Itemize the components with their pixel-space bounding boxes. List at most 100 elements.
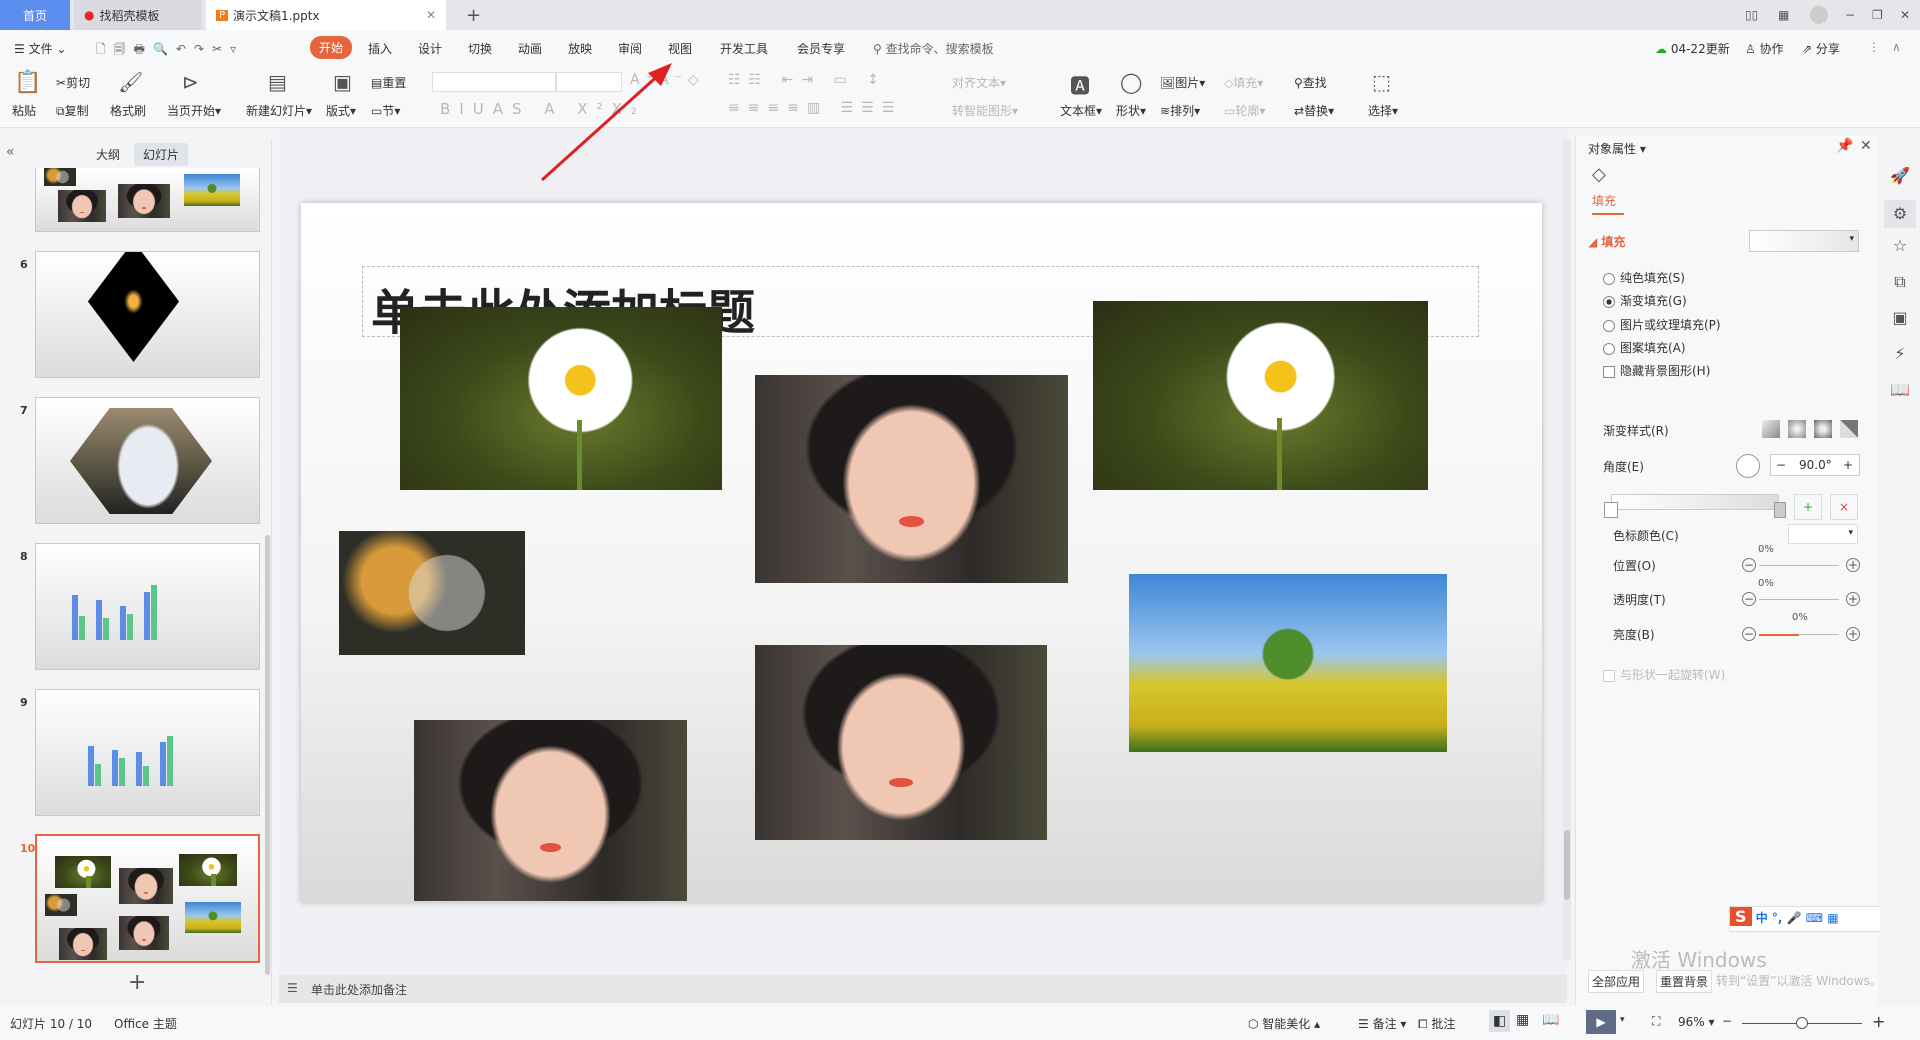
textbox-button[interactable]: 文本框▾ [1060, 102, 1102, 119]
outline-button[interactable]: ▭轮廓▾ [1224, 102, 1265, 119]
font-grow-shrink-icons[interactable]: A⁺A⁻◇ [630, 72, 705, 88]
menu-animation[interactable]: 动画 [518, 40, 542, 57]
tab-document[interactable]: P 演示文稿1.pptx ✕ [206, 0, 446, 30]
close-panel-icon[interactable]: ✕ [1860, 138, 1872, 154]
copy-button[interactable]: ⧉复制 [56, 102, 89, 119]
paragraph-align-icons[interactable]: ≡≡≡≡▥ ☰☰☰ [728, 100, 902, 116]
menu-review[interactable]: 审阅 [618, 40, 642, 57]
increment-button[interactable]: + [1843, 458, 1853, 472]
select-button[interactable]: 选择▾ [1368, 102, 1398, 119]
collapse-panel-icon[interactable]: « [6, 144, 15, 160]
portrait-image[interactable] [755, 645, 1047, 840]
brightness-slider[interactable] [1759, 634, 1839, 636]
menu-insert[interactable]: 插入 [368, 40, 392, 57]
image-tool-icon[interactable]: ▣ [1890, 308, 1910, 327]
reset-background-button[interactable]: 重置背景 [1656, 970, 1713, 993]
slide-thumbnail-6[interactable] [35, 251, 260, 378]
pin-icon[interactable]: 📌 [1836, 138, 1853, 154]
menu-slideshow[interactable]: 放映 [568, 40, 592, 57]
star-icon[interactable]: ☆ [1890, 236, 1910, 255]
daisy-image[interactable] [1093, 301, 1428, 490]
command-search[interactable]: ⚲ 查找命令、搜索模板 [873, 40, 994, 57]
arrange-button[interactable]: ≋排列▾ [1160, 102, 1200, 119]
slide-thumbnail-8[interactable] [35, 543, 260, 670]
add-slide-button[interactable]: + [128, 970, 146, 995]
file-menu[interactable]: ☰ 文件 ⌄ [14, 40, 66, 57]
more-icon[interactable]: ⋮ [1868, 40, 1880, 54]
apps-grid-icon[interactable]: ▦ [1768, 0, 1799, 30]
autumn-leaf-image[interactable] [339, 531, 525, 655]
close-tab-icon[interactable]: ✕ [426, 8, 436, 22]
book-search-icon[interactable]: 📖 [1890, 380, 1910, 399]
collapse-ribbon-icon[interactable]: ∧ [1892, 40, 1901, 54]
paste-button[interactable]: 粘贴 [12, 102, 36, 119]
menu-transition[interactable]: 切换 [468, 40, 492, 57]
slide-thumbnail-10[interactable] [35, 834, 260, 963]
menu-member[interactable]: 会员专享 [797, 40, 845, 57]
play-slideshow-button[interactable]: ▶ [1586, 1010, 1616, 1034]
transparency-decrease[interactable]: − [1742, 592, 1756, 606]
list-indent-icons[interactable]: ☷☷ ⇤⇥ ▭ ↕ [728, 72, 887, 88]
tab-slides[interactable]: 幻灯片 [134, 143, 189, 166]
angle-dial[interactable] [1736, 454, 1760, 478]
field-tree-image[interactable] [1129, 574, 1447, 752]
editor-scrollbar[interactable] [1563, 140, 1571, 960]
menu-developer[interactable]: 开发工具 [720, 40, 768, 57]
menu-design[interactable]: 设计 [418, 40, 442, 57]
angle-value[interactable]: 90.0° [1799, 458, 1832, 472]
add-stop-button[interactable]: + [1794, 494, 1822, 520]
menu-start[interactable]: 开始 [310, 36, 353, 59]
new-slide-button[interactable]: 新建幻灯片▾ [246, 102, 312, 119]
gradient-linear-option[interactable] [1762, 420, 1780, 438]
gradient-path-option[interactable] [1840, 420, 1858, 438]
font-size-select[interactable] [556, 72, 622, 92]
panel-title[interactable]: 对象属性 ▾ [1588, 140, 1646, 157]
update-button[interactable]: ☁ 04-22更新 [1655, 40, 1730, 57]
hide-bg-checkbox[interactable]: 隐藏背景图形(H) [1603, 362, 1710, 379]
comment-button[interactable]: ⧠ 批注 [1418, 1015, 1455, 1032]
gradient-stop-start[interactable] [1604, 502, 1618, 518]
radio-solid-fill[interactable]: 纯色填充(S) [1603, 269, 1685, 286]
section-button[interactable]: ▭节▾ [371, 102, 400, 119]
format-painter-button[interactable]: 格式刷 [110, 102, 146, 119]
slide-thumbnail-5[interactable] [35, 168, 260, 232]
shape-button[interactable]: 形状▾ [1116, 102, 1146, 119]
from-current-button[interactable]: 当页开始▾ [167, 102, 221, 119]
reading-view-button[interactable]: 📖 [1542, 1012, 1559, 1028]
brightness-decrease[interactable]: − [1742, 627, 1756, 641]
replace-button[interactable]: ⇄替换▾ [1294, 102, 1334, 119]
gradient-bar[interactable] [1611, 494, 1779, 510]
zoom-in-button[interactable]: + [1872, 1012, 1885, 1031]
position-slider[interactable] [1759, 565, 1839, 566]
daisy-image[interactable] [400, 307, 722, 490]
share-button[interactable]: ⇗ 分享 [1802, 40, 1840, 57]
picture-button[interactable]: 🖼图片▾ [1160, 74, 1205, 91]
close-window-button[interactable]: ✕ [1890, 0, 1920, 30]
quick-access-icons[interactable]: 🗋🗐🖶🔍↶↷✂▿ [96, 40, 244, 61]
position-decrease[interactable]: − [1742, 558, 1756, 572]
slideshow-dropdown[interactable]: ▾ [1620, 1015, 1625, 1025]
zoom-out-button[interactable]: − [1722, 1014, 1732, 1028]
font-style-buttons[interactable]: BIUAS A X²X₂ [440, 100, 646, 118]
find-button[interactable]: ⚲查找 [1294, 74, 1327, 91]
new-tab-button[interactable]: + [456, 0, 491, 30]
collab-button[interactable]: ♙ 协作 [1745, 40, 1784, 57]
properties-icon[interactable]: ⚙ [1884, 200, 1916, 228]
tab-outline[interactable]: 大纲 [96, 146, 120, 163]
lightning-icon[interactable]: ⚡ [1890, 344, 1910, 363]
rotate-with-shape-checkbox[interactable]: 与形状一起旋转(W) [1603, 666, 1725, 683]
smartart-button[interactable]: 转智能图形▾ [952, 102, 1018, 119]
notes-bar[interactable]: ☰ 单击此处添加备注 [279, 975, 1567, 1003]
fill-button[interactable]: ◇填充▾ [1224, 74, 1263, 91]
menu-view[interactable]: 视图 [668, 40, 692, 57]
gradient-stop-end[interactable] [1774, 502, 1786, 518]
panel-scrollbar[interactable] [265, 535, 270, 975]
zoom-slider[interactable] [1742, 1017, 1862, 1029]
cut-button[interactable]: ✂剪切 [56, 74, 90, 91]
transition-icon[interactable]: ⧉ [1890, 272, 1910, 292]
tab-fill[interactable]: 填充 [1592, 192, 1624, 215]
stop-color-dropdown[interactable]: ▾ [1788, 524, 1858, 544]
transparency-increase[interactable]: + [1846, 592, 1860, 606]
reset-button[interactable]: ▤重置 [371, 74, 406, 91]
rocket-icon[interactable]: 🚀 [1890, 166, 1910, 185]
